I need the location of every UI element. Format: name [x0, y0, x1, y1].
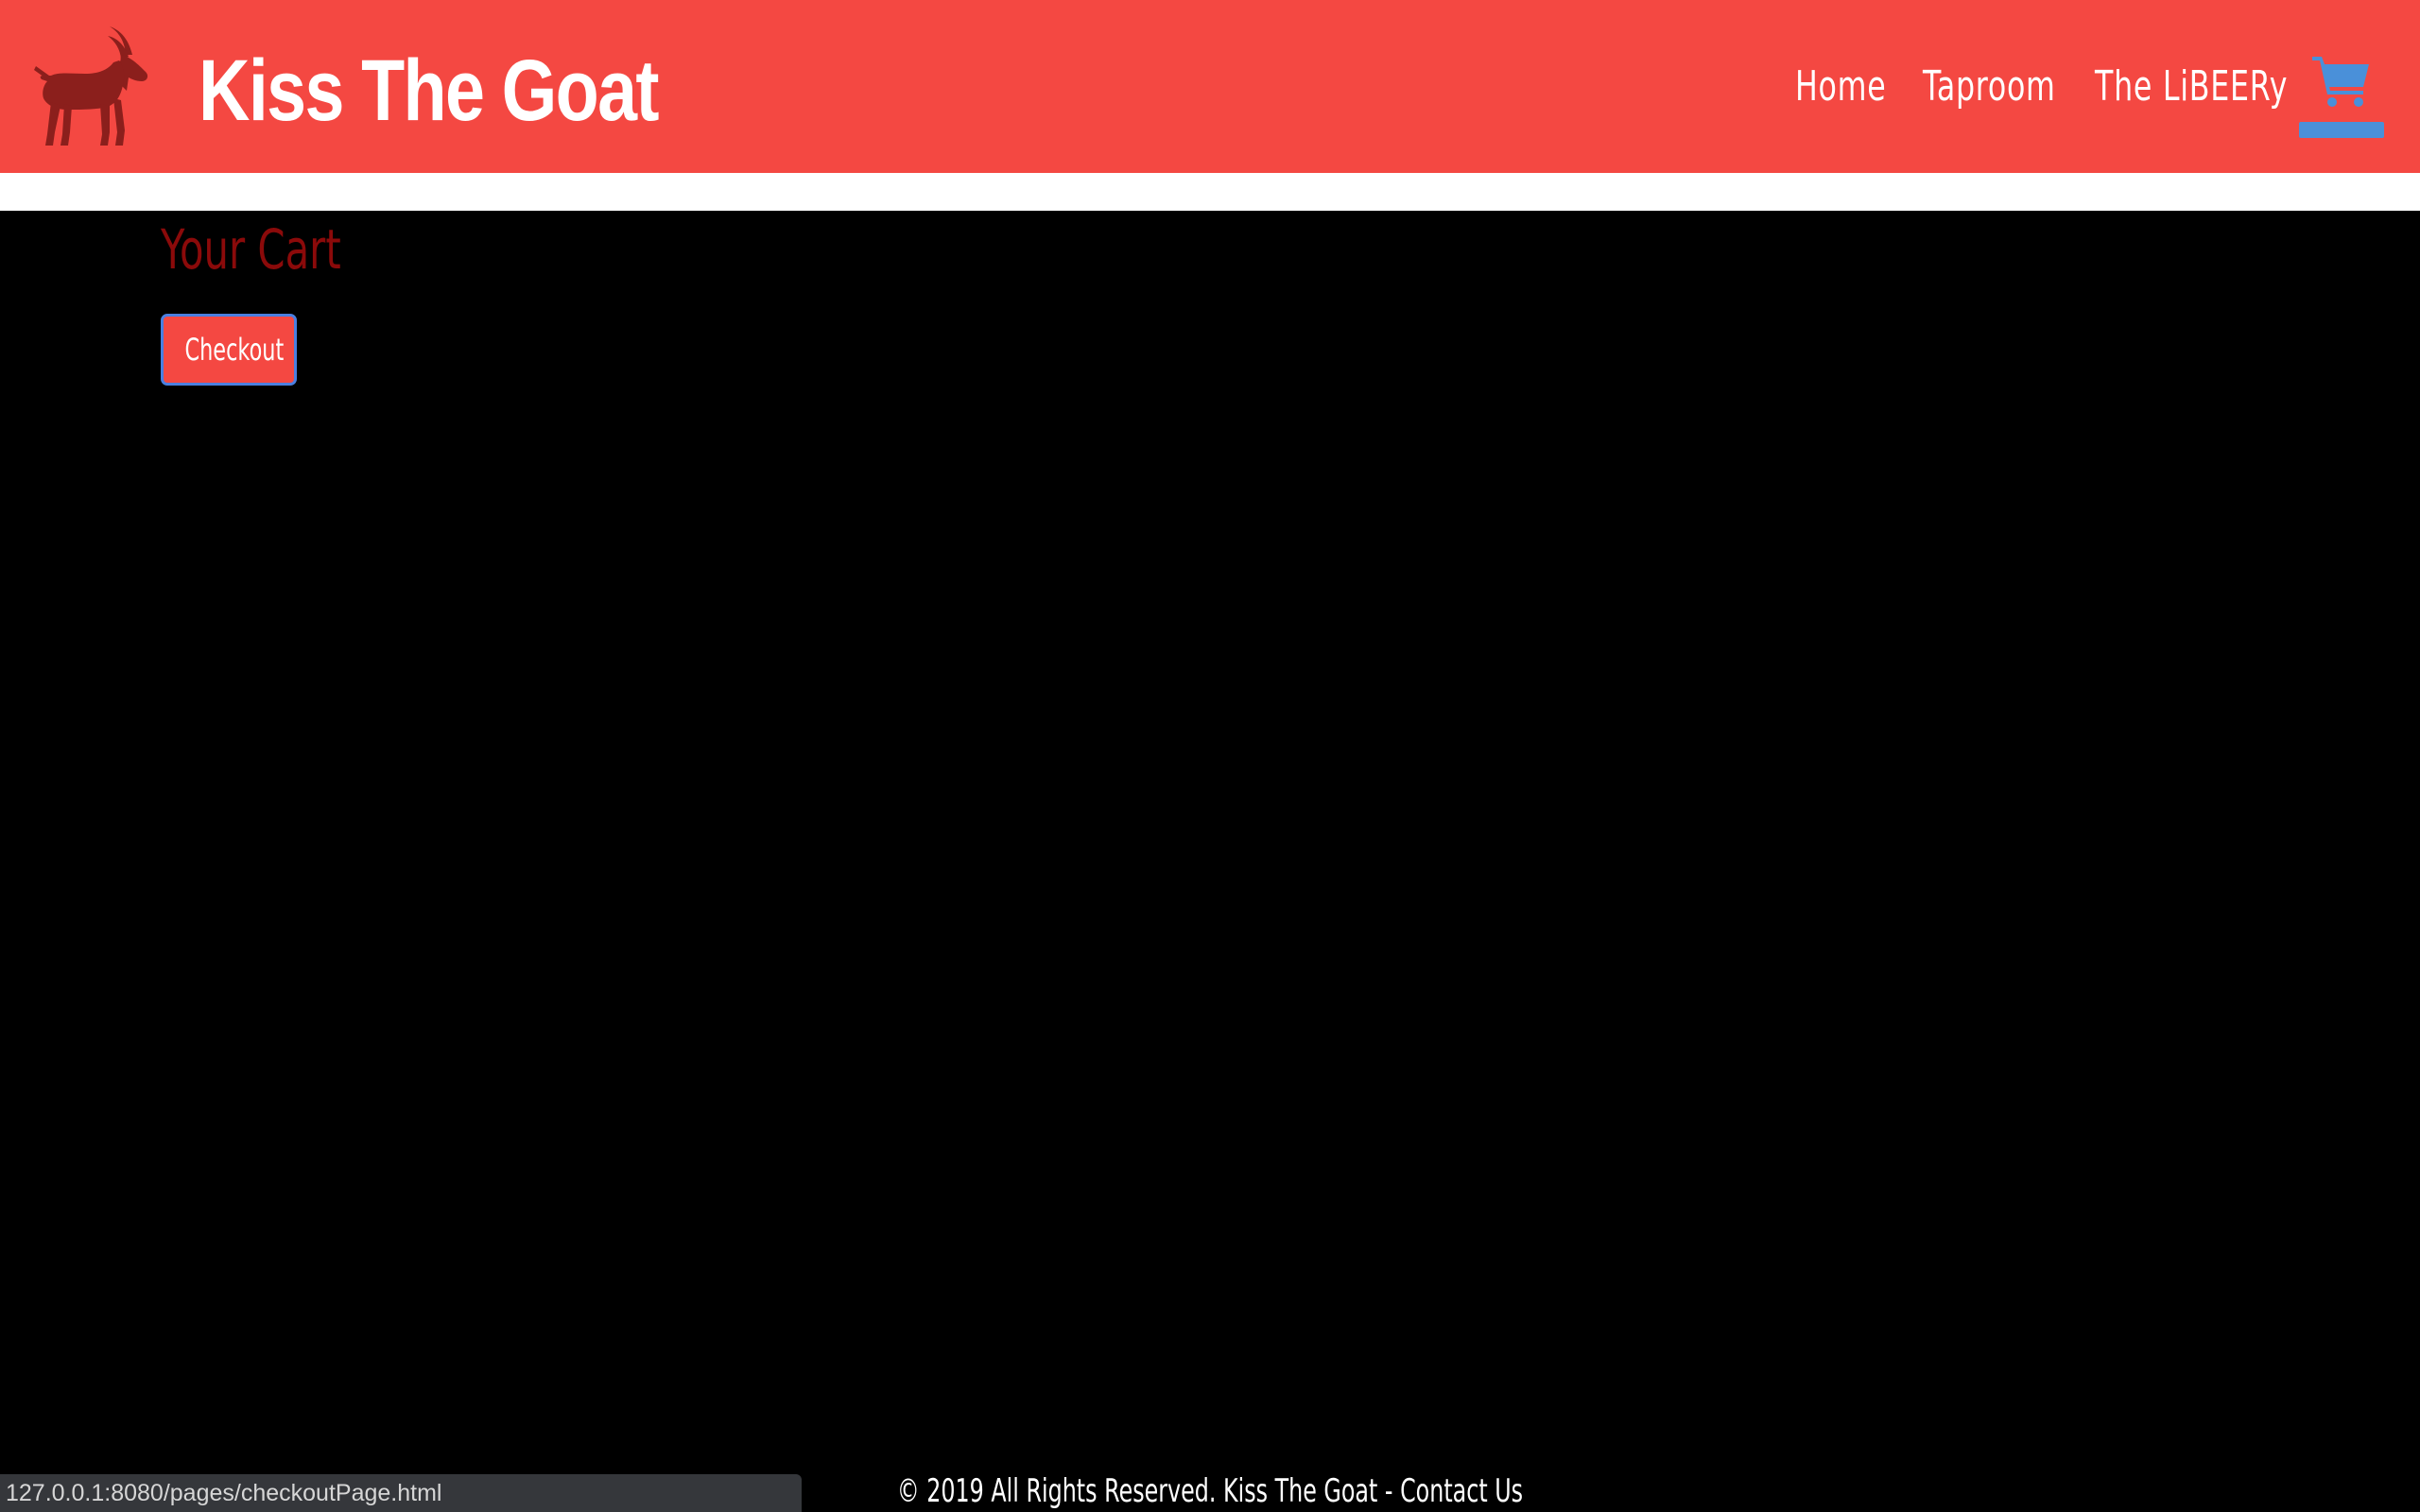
shopping-cart-icon: [2312, 57, 2369, 107]
status-url: 127.0.0.1:8080/pages/checkoutPage.html: [6, 1480, 442, 1506]
nav-link-home[interactable]: Home: [1795, 59, 1886, 115]
cart-active-indicator: [2299, 122, 2384, 138]
goat-icon[interactable]: [30, 23, 166, 151]
copyright-text: © 2019 All Rights Reserved. Kiss The Goa…: [896, 1472, 1378, 1510]
page-title: Your Cart: [161, 217, 341, 282]
browser-status-bar: 127.0.0.1:8080/pages/checkoutPage.html: [0, 1474, 802, 1512]
contact-us-link[interactable]: Contact Us: [1400, 1472, 1523, 1510]
checkout-button[interactable]: Checkout: [161, 314, 297, 386]
site-header: Kiss The Goat Home Taproom The LiBEERy: [0, 0, 2420, 173]
cart-button[interactable]: [2299, 49, 2384, 138]
checkout-button-label: Checkout: [184, 332, 285, 368]
nav-link-libeery[interactable]: The LiBEERy: [2095, 59, 2288, 115]
footer-text: © 2019 All Rights Reserved. Kiss The Goa…: [897, 1470, 1523, 1512]
brand-name[interactable]: Kiss The Goat: [199, 38, 660, 144]
header-divider: [0, 173, 2420, 211]
footer-separator: -: [1377, 1472, 1401, 1510]
nav-link-taproom[interactable]: Taproom: [1923, 59, 2056, 115]
